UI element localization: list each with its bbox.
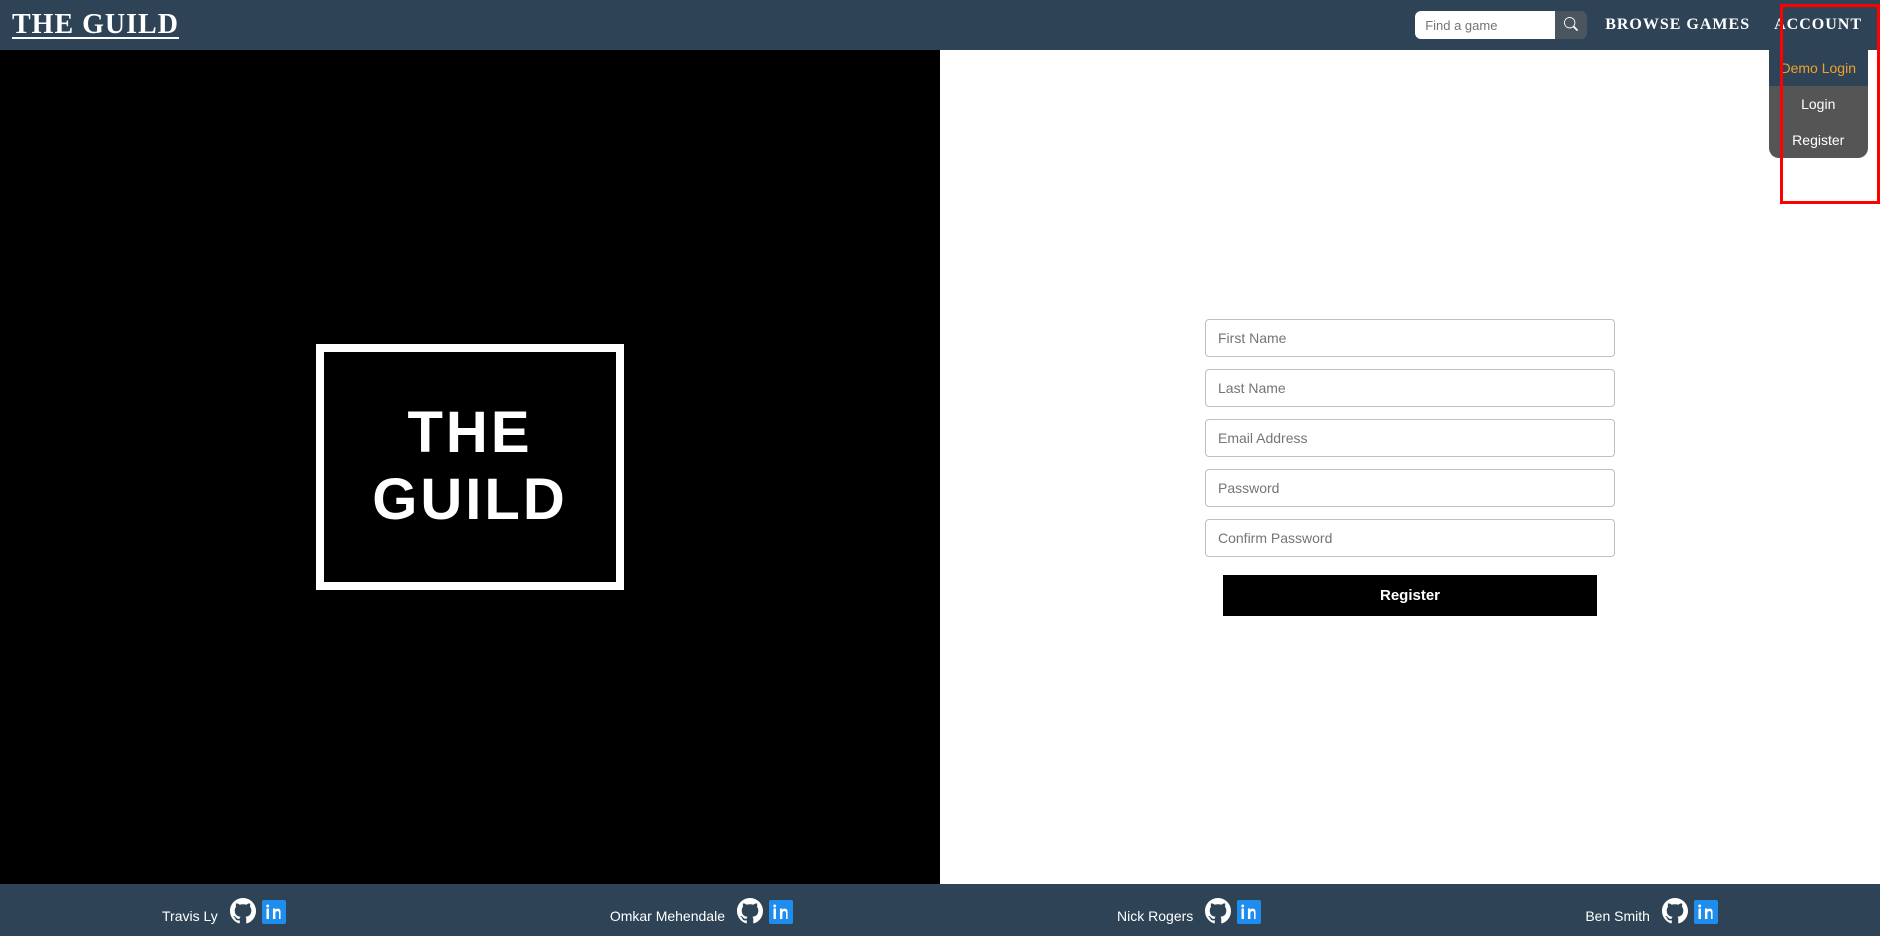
form-panel: Register — [940, 50, 1880, 884]
register-button[interactable]: Register — [1223, 575, 1597, 616]
search-input[interactable] — [1415, 11, 1555, 39]
navbar: THE GUILD BROWSE GAMES ACCOUNT Demo Logi… — [0, 0, 1880, 50]
hero-logo-line2: GUILD — [372, 467, 567, 534]
hero-panel: THE GUILD — [0, 50, 940, 884]
github-icon[interactable] — [1205, 898, 1231, 924]
hero-logo-line1: THE — [372, 400, 567, 467]
person-name: Travis Ly — [162, 908, 218, 924]
linkedin-icon[interactable] — [769, 900, 793, 924]
first-name-field[interactable] — [1205, 319, 1615, 357]
confirm-password-field[interactable] — [1205, 519, 1615, 557]
footer-person: Ben Smith — [1585, 898, 1718, 924]
github-icon[interactable] — [737, 898, 763, 924]
linkedin-icon[interactable] — [1694, 900, 1718, 924]
account-menu[interactable]: ACCOUNT Demo Login Login Register — [1768, 6, 1868, 44]
person-name: Ben Smith — [1585, 908, 1650, 924]
person-name: Nick Rogers — [1117, 908, 1193, 924]
footer-person: Omkar Mehendale — [610, 898, 793, 924]
dropdown-demo-login[interactable]: Demo Login — [1769, 50, 1869, 86]
account-dropdown: Demo Login Login Register — [1769, 50, 1869, 158]
register-form: Register — [1205, 319, 1615, 616]
linkedin-icon[interactable] — [262, 900, 286, 924]
dropdown-register[interactable]: Register — [1769, 122, 1869, 158]
person-name: Omkar Mehendale — [610, 908, 725, 924]
brand-logo[interactable]: THE GUILD — [12, 9, 179, 41]
search-group — [1415, 11, 1587, 39]
footer-person: Travis Ly — [162, 898, 286, 924]
linkedin-icon[interactable] — [1237, 900, 1261, 924]
footer-person: Nick Rogers — [1117, 898, 1261, 924]
email-field[interactable] — [1205, 419, 1615, 457]
nav-right: BROWSE GAMES ACCOUNT Demo Login Login Re… — [1415, 6, 1868, 44]
password-field[interactable] — [1205, 469, 1615, 507]
hero-logo-box: THE GUILD — [316, 344, 623, 589]
search-icon — [1564, 17, 1578, 34]
search-button[interactable] — [1555, 11, 1587, 39]
dropdown-login[interactable]: Login — [1769, 86, 1869, 122]
last-name-field[interactable] — [1205, 369, 1615, 407]
footer: Travis Ly Omkar Mehendale Nick Rogers Be… — [0, 884, 1880, 936]
github-icon[interactable] — [1662, 898, 1688, 924]
main: THE GUILD Register — [0, 50, 1880, 884]
browse-games-link[interactable]: BROWSE GAMES — [1605, 16, 1750, 34]
account-label: ACCOUNT — [1774, 16, 1862, 34]
github-icon[interactable] — [230, 898, 256, 924]
